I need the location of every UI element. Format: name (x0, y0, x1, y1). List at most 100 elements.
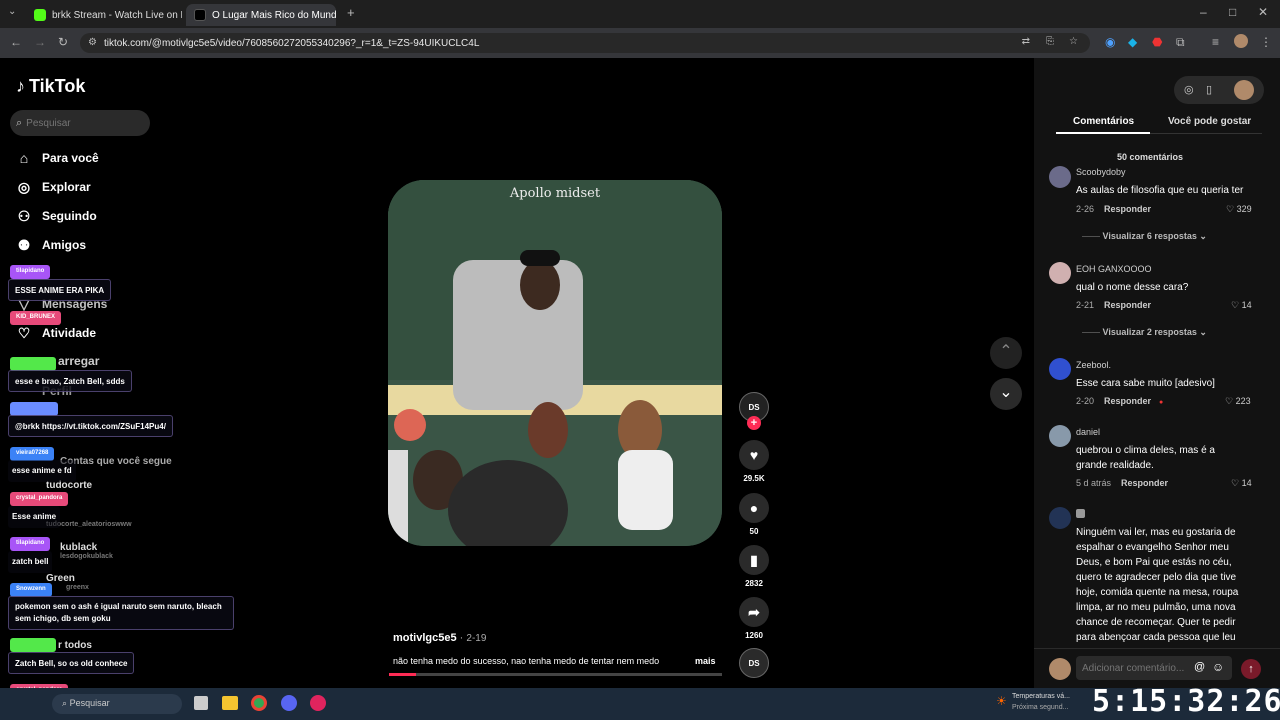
app-icon[interactable] (310, 695, 326, 711)
view-replies-button[interactable]: —— Visualizar 2 respostas ⌄ (1082, 327, 1207, 338)
share-button[interactable]: ➦ 1260 (738, 597, 770, 640)
weather-sub: Próxima segund... (1012, 704, 1069, 711)
windows-taskbar: ⌕ Pesquisar Temperaturas vá... Próxima s… (0, 688, 1280, 720)
tab-kick[interactable]: brkk Stream - Watch Live on Ki ✕ (26, 4, 182, 26)
forward-icon[interactable]: → (34, 35, 46, 49)
profile-avatar[interactable] (1234, 34, 1248, 48)
emoji-icon[interactable]: ☺ (1212, 660, 1224, 674)
site-info-icon[interactable]: ⚙ (88, 37, 97, 48)
search-box[interactable]: ⌕ (10, 110, 150, 136)
search-icon: ⌕ (16, 116, 23, 129)
tab-list-icon[interactable]: ⌄ (8, 6, 16, 17)
post-comment-button[interactable]: ↑ (1241, 659, 1261, 679)
adblock-icon[interactable]: ⬣ (1152, 35, 1162, 49)
nav-seguindo[interactable]: ⚇ Seguindo (16, 208, 97, 224)
author-avatar-button[interactable]: DS + (738, 392, 770, 430)
comment-user[interactable]: Scoobydoby (1076, 167, 1126, 177)
comment-like[interactable]: ♡ 329 (1226, 204, 1252, 215)
tiktok-favicon-icon (194, 9, 206, 21)
video-progress-bar[interactable] (389, 673, 722, 676)
tab-suggested[interactable]: Você pode gostar (1168, 116, 1251, 127)
nav-atividade[interactable]: ♡ Atividade (16, 325, 96, 341)
taskbar-search[interactable]: ⌕ Pesquisar (52, 694, 182, 714)
heart-outline-icon: ♡ (1231, 478, 1240, 488)
avatar[interactable] (1049, 166, 1071, 188)
nav-carregar[interactable]: arregar (58, 354, 99, 368)
logo-text: TikTok (29, 76, 86, 96)
avatar[interactable] (1049, 507, 1071, 529)
phone-icon[interactable]: ▯ (1206, 83, 1212, 96)
follow-plus-icon[interactable]: + (747, 416, 761, 430)
search-input[interactable] (26, 117, 137, 129)
nav-para-voce[interactable]: ⌂ Para você (16, 150, 99, 166)
comment-user[interactable]: daniel (1076, 427, 1100, 437)
chat-message: esse anime e fd (8, 460, 76, 482)
like-button[interactable]: ♥ 29.5K (738, 440, 770, 483)
caption-more-link[interactable]: mais (695, 656, 716, 666)
extensions-puzzle-icon[interactable]: ⧉ (1176, 35, 1185, 50)
taskbar-search-label: Pesquisar (69, 698, 110, 708)
chat-username (10, 402, 58, 416)
discord-icon[interactable] (281, 695, 297, 711)
browser-tab-bar: ⌄ brkk Stream - Watch Live on Ki ✕ O Lug… (0, 0, 1280, 28)
mention-icon[interactable]: @ (1194, 661, 1205, 673)
bookmark-star-icon[interactable]: ☆ (1069, 36, 1078, 47)
extension-icon[interactable]: ◆ (1128, 35, 1137, 49)
avatar[interactable] (1049, 358, 1071, 380)
tab-comments[interactable]: Comentários (1073, 116, 1134, 127)
compass-icon[interactable]: ◎ (1184, 83, 1194, 96)
chevron-down-icon: ⌄ (999, 384, 1013, 401)
friends-icon: ⚉ (17, 237, 31, 253)
reply-button[interactable]: Responder (1104, 300, 1151, 310)
avatar[interactable] (1049, 262, 1071, 284)
save-button[interactable]: ▮ 2832 (738, 545, 770, 588)
see-all-link[interactable]: r todos (58, 640, 92, 651)
comment-user[interactable]: EOH GANXOOOO (1076, 264, 1152, 274)
task-view-icon[interactable] (194, 696, 208, 710)
comment-like[interactable]: ♡ 14 (1231, 300, 1252, 311)
nav-amigos[interactable]: ⚉ Amigos (16, 237, 86, 253)
comment-button[interactable]: ● 50 (738, 493, 770, 536)
file-explorer-icon[interactable] (222, 696, 238, 710)
comment-input[interactable] (1076, 656, 1188, 680)
nav-label: Explorar (42, 180, 91, 194)
user-avatar[interactable] (1234, 80, 1254, 100)
chrome-icon[interactable] (251, 695, 267, 711)
maximize-icon[interactable]: □ (1229, 5, 1236, 19)
comment-like[interactable]: ♡ 14 (1231, 478, 1252, 489)
tab-tiktok[interactable]: O Lugar Mais Rico do Mund ✕ (186, 4, 336, 26)
minimize-icon[interactable]: – (1200, 5, 1207, 19)
back-icon[interactable]: ← (10, 35, 22, 49)
translate-icon[interactable]: ⇄ (1022, 36, 1030, 47)
comment-text: Ninguém vai ler, mas eu gostaria de espa… (1076, 527, 1239, 643)
video-author[interactable]: motivlgc5e5 (393, 632, 457, 644)
next-video-button[interactable]: ⌄ (990, 378, 1022, 410)
nav-explorar[interactable]: ◎ Explorar (16, 179, 91, 195)
video-author-line[interactable]: motivlgc5e5 · 2-19 (393, 632, 486, 644)
new-tab-button[interactable]: + (347, 5, 355, 20)
extension-icon[interactable]: ◉ (1105, 35, 1115, 49)
reply-button[interactable]: Responder (1121, 478, 1168, 488)
following-name[interactable]: kublack (60, 542, 97, 553)
tab-search-icon[interactable]: ≡ (1212, 35, 1219, 49)
music-disc-button[interactable]: DS (738, 648, 770, 682)
reload-icon[interactable]: ↻ (58, 35, 68, 49)
address-bar[interactable]: ⚙ tiktok.com/@motivlgc5e5/video/76085602… (80, 33, 1090, 53)
previous-video-button[interactable]: ⌃ (990, 337, 1022, 369)
reply-button[interactable]: Responder (1104, 396, 1151, 406)
cast-icon[interactable]: ⎘ (1046, 36, 1054, 47)
window-close-icon[interactable]: ✕ (1258, 5, 1268, 19)
video-player[interactable]: Apollo midset (388, 180, 722, 546)
avatar[interactable] (1049, 425, 1071, 447)
chevron-down-icon: ⌄ (1199, 327, 1207, 337)
chat-username: crystal_pandora (10, 492, 69, 506)
comment-user[interactable]: Zeebool. (1076, 360, 1111, 370)
view-replies-button[interactable]: —— Visualizar 6 respostas ⌄ (1082, 231, 1207, 242)
reply-button[interactable]: Responder (1104, 204, 1151, 214)
tiktok-logo[interactable]: ♪ TikTok (16, 76, 85, 97)
comment-input-box[interactable]: @ ☺ (1076, 656, 1232, 680)
menu-icon[interactable]: ⋮ (1260, 35, 1272, 49)
weather-title[interactable]: Temperaturas vá... (1012, 693, 1070, 700)
comment-like[interactable]: ♡ 223 (1225, 396, 1251, 407)
chat-username: vieira07268 (10, 447, 55, 461)
